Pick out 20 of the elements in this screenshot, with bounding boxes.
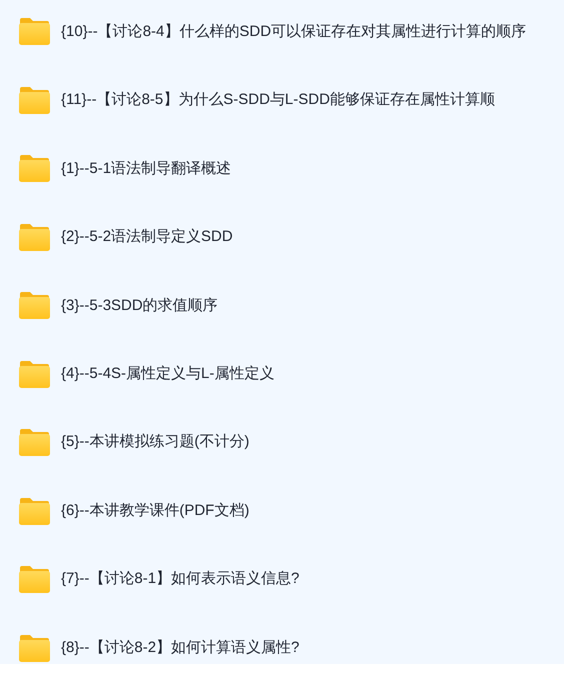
- folder-name[interactable]: {4}--5-4S-属性定义与L-属性定义: [61, 362, 274, 386]
- folder-name[interactable]: {6}--本讲教学课件(PDF文档): [61, 500, 250, 522]
- folder-icon: [18, 86, 51, 115]
- folder-name[interactable]: {8}--【讨论8-2】如何计算语义属性?: [61, 636, 300, 660]
- folder-name[interactable]: {3}--5-3SDD的求值顺序: [61, 294, 218, 318]
- folder-icon: [18, 360, 51, 389]
- folder-icon: [18, 291, 51, 320]
- folder-icon: [18, 17, 51, 46]
- folder-icon: [18, 496, 51, 526]
- folder-name[interactable]: {5}--本讲模拟练习题(不计分): [61, 431, 250, 454]
- folder-icon: [18, 428, 51, 458]
- folder-name[interactable]: {10}--【讨论8-4】什么样的SDD可以保证存在对其属性进行计算的顺序: [61, 20, 526, 44]
- folder-icon: [18, 222, 51, 252]
- folder-name[interactable]: {11}--【讨论8-5】为什么S-SDD与L-SDD能够保证存在属性计算顺: [61, 89, 495, 112]
- folder-name[interactable]: {7}--【讨论8-1】如何表示语义信息?: [61, 568, 300, 591]
- folder-icon: [18, 154, 51, 184]
- folder-name[interactable]: {1}--5-1语法制导翻译概述: [61, 158, 232, 180]
- folder-name[interactable]: {2}--5-2语法制导定义SDD: [61, 226, 233, 249]
- folder-icon: [18, 565, 51, 594]
- folder-icon: [18, 634, 51, 663]
